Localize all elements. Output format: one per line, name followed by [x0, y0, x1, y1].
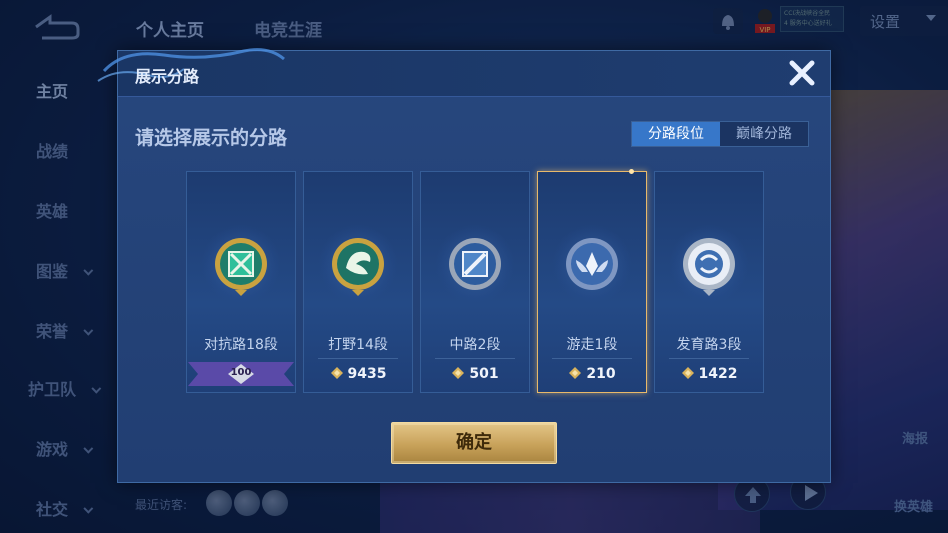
lane-score-row: 9435 — [304, 366, 412, 382]
lane-name: 发育路3段 — [676, 337, 742, 353]
gold-gem-icon — [451, 366, 465, 380]
lane-score-row: 210 — [538, 366, 646, 382]
lane-name: 对抗路18段 — [204, 337, 278, 353]
divider — [552, 358, 632, 359]
gold-gem-icon — [330, 366, 344, 380]
lane-card-jungle[interactable]: 打野14段 9435 — [303, 171, 413, 393]
lane-score: 210 — [586, 366, 616, 382]
dialog-title: 展示分路 — [135, 67, 200, 86]
lane-score-row: 501 — [421, 366, 529, 382]
confirm-button[interactable]: 确定 — [391, 422, 557, 464]
tab-peak-lane[interactable]: 巅峰分路 — [720, 122, 808, 146]
lane-score: 9435 — [347, 366, 387, 382]
roam-wings-badge-icon — [562, 234, 622, 298]
lane-mode-toggle: 分路段位 巅峰分路 — [631, 121, 809, 147]
lane-score: 1422 — [698, 366, 738, 382]
divider — [318, 358, 398, 359]
dialog-header: 展示分路 — [97, 48, 830, 97]
jungle-dragon-badge-icon — [328, 234, 388, 298]
divider — [435, 358, 515, 359]
close-icon — [789, 60, 815, 86]
gold-gem-icon — [568, 366, 582, 380]
select-lane-prompt: 请选择展示的分路 — [135, 127, 288, 149]
tab-lane-rank[interactable]: 分路段位 — [632, 122, 720, 146]
lane-score: 100 — [230, 367, 252, 378]
close-button[interactable] — [785, 56, 819, 90]
lane-score: 501 — [469, 366, 499, 382]
lane-card-clash[interactable]: 对抗路18段 100 — [186, 171, 296, 393]
lane-score-row: 1422 — [655, 366, 763, 382]
clash-lane-badge-icon — [211, 234, 271, 298]
farm-lane-badge-icon — [679, 234, 739, 298]
lane-card-roam[interactable]: 游走1段 210 — [537, 169, 647, 393]
mid-lane-badge-icon — [445, 234, 505, 298]
lane-card-mid[interactable]: 中路2段 501 — [420, 171, 530, 393]
lane-name: 打野14段 — [328, 337, 388, 353]
lane-name: 中路2段 — [449, 337, 501, 353]
show-lane-dialog: 展示分路 请选择展示的分路 分路段位 巅峰分路 对抗路18段 100 打野14段… — [97, 48, 831, 483]
lane-card-farm[interactable]: 发育路3段 1422 — [654, 171, 764, 393]
divider — [669, 358, 749, 359]
gold-gem-icon — [681, 366, 695, 380]
lane-name: 游走1段 — [566, 337, 618, 353]
